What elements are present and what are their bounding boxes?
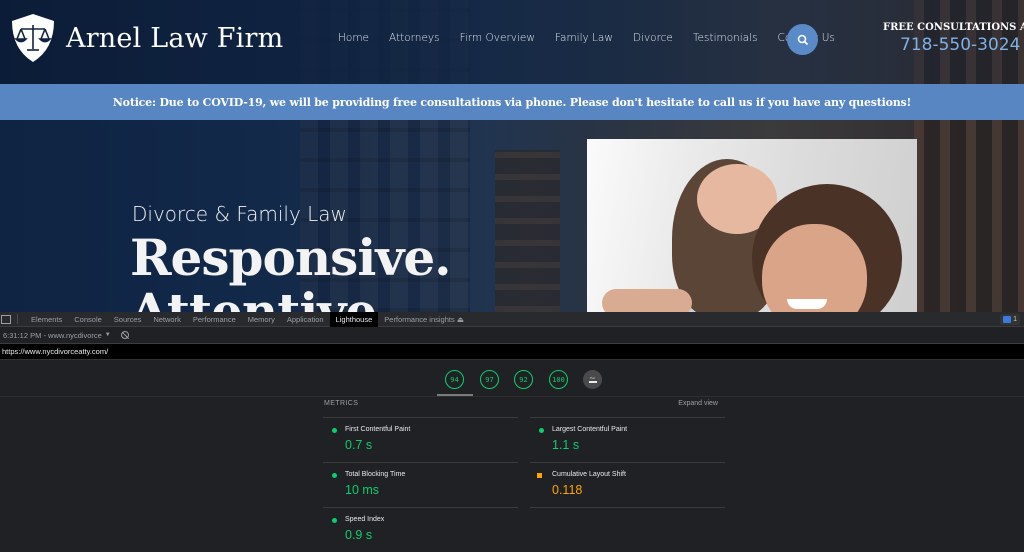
metric-name: Cumulative Layout Shift — [552, 471, 626, 478]
report-url: https://www.nycdivorceatty.com/ — [2, 347, 109, 356]
metrics-title: METRICS — [324, 400, 359, 407]
hero-photo-mother-daughter — [587, 139, 917, 312]
metric-speed-index: Speed Index 0.9 s — [323, 507, 518, 552]
gauge-pwa[interactable]: PWA — [583, 370, 602, 389]
tab-memory[interactable]: Memory — [242, 312, 281, 327]
nav-testimonials[interactable]: Testimonials — [693, 32, 758, 44]
metric-name: Speed Index — [345, 516, 385, 523]
site-header: Arnel Law Firm Home Attorneys Firm Overv… — [0, 0, 1024, 84]
metric-value: 0.7 s — [345, 438, 373, 452]
lighthouse-toolbar: 6:31:12 PM - www.nycdivorce ▼ — [0, 327, 1024, 344]
tab-application[interactable]: Application — [281, 312, 330, 327]
selected-gauge-indicator — [437, 394, 473, 396]
metric-largest-contentful-paint: Largest Contentful Paint 1.1 s — [530, 417, 725, 462]
pass-dot-icon — [539, 428, 544, 433]
metric-value: 1.1 s — [552, 438, 580, 452]
pwa-label: PWA — [589, 376, 596, 380]
scales-shield-icon — [12, 14, 54, 62]
tab-label: Performance insights — [384, 314, 455, 324]
metric-name: First Contentful Paint — [345, 426, 411, 433]
tab-sources[interactable]: Sources — [108, 312, 148, 327]
nav-attorneys[interactable]: Attorneys — [389, 32, 440, 44]
divider — [17, 314, 18, 324]
tab-network[interactable]: Network — [147, 312, 187, 327]
gauge-performance[interactable]: 94 — [445, 370, 464, 389]
score-gauges: 94 97 92 100 PWA — [0, 362, 1024, 397]
nav-firm-overview[interactable]: Firm Overview — [460, 32, 535, 44]
metrics-header: METRICS Expand view — [323, 400, 723, 417]
nav-home[interactable]: Home — [338, 32, 369, 44]
metric-first-contentful-paint: First Contentful Paint 0.7 s — [323, 417, 518, 462]
metrics-section: METRICS Expand view First Contentful Pai… — [323, 400, 725, 542]
metric-name: Largest Contentful Paint — [552, 426, 628, 433]
consultation-label: FREE CONSULTATIONS AVAILAB — [883, 22, 1024, 33]
gauge-seo[interactable]: 100 — [549, 370, 568, 389]
phone-number[interactable]: 718-550-3024 — [900, 35, 1024, 55]
gauge-accessibility[interactable]: 97 — [480, 370, 499, 389]
metric-cumulative-layout-shift: Cumulative Layout Shift 0.118 — [530, 462, 725, 507]
logo[interactable]: Arnel Law Firm — [10, 13, 283, 63]
caret-down-icon[interactable]: ▼ — [105, 332, 111, 338]
tab-lighthouse[interactable]: Lighthouse — [329, 311, 379, 327]
hero-title-continued: Attentive. — [130, 282, 394, 312]
message-icon — [1003, 316, 1012, 323]
issues-count: 1 — [1013, 316, 1017, 323]
consultation-block: FREE CONSULTATIONS AVAILAB 718-550-3024 — [883, 22, 1024, 55]
notice-text: Notice: Due to COVID-19, we will be prov… — [112, 95, 912, 109]
hero-subtitle: Divorce & Family Law — [132, 202, 347, 226]
dock-side-icon[interactable] — [1, 314, 11, 324]
photo-detail — [602, 289, 692, 312]
tab-performance[interactable]: Performance — [187, 312, 242, 327]
nav-family-law[interactable]: Family Law — [555, 32, 613, 44]
report-selector[interactable]: 6:31:12 PM - www.nycdivorce — [3, 331, 102, 340]
tab-console[interactable]: Console — [68, 312, 108, 327]
issues-badge[interactable]: 1 — [1000, 314, 1020, 325]
divider — [530, 507, 725, 508]
nav-divorce[interactable]: Divorce — [633, 32, 673, 44]
main-nav: Home Attorneys Firm Overview Family Law … — [338, 32, 855, 44]
devtools-tab-bar: Elements Console Sources Network Perform… — [0, 311, 1024, 327]
search-icon — [797, 34, 808, 45]
pwa-dash-icon — [588, 381, 597, 383]
photo-detail — [787, 299, 827, 309]
clear-icon[interactable] — [120, 331, 129, 339]
tab-elements[interactable]: Elements — [25, 312, 68, 327]
metric-name: Total Blocking Time — [345, 471, 406, 478]
search-button[interactable] — [787, 24, 818, 55]
background-building — [495, 150, 560, 312]
pass-dot-icon — [332, 518, 337, 523]
average-square-icon — [537, 473, 542, 478]
pass-dot-icon — [332, 428, 337, 433]
report-url-bar: https://www.nycdivorceatty.com/ — [0, 344, 1024, 360]
covid-notice-banner: Notice: Due to COVID-19, we will be prov… — [0, 84, 1024, 120]
brand-name: Arnel Law Firm — [66, 22, 284, 54]
expand-view-toggle[interactable]: Expand view — [678, 400, 718, 407]
metric-total-blocking-time: Total Blocking Time 10 ms — [323, 462, 518, 507]
metric-value: 0.118 — [552, 483, 583, 497]
devtools-panel: Elements Console Sources Network Perform… — [0, 311, 1024, 552]
gauge-best-practices[interactable]: 92 — [514, 370, 533, 389]
metric-value: 0.9 s — [345, 528, 373, 542]
pass-dot-icon — [332, 473, 337, 478]
website-viewport: Arnel Law Firm Home Attorneys Firm Overv… — [0, 0, 1024, 312]
flask-icon: ⏏ — [456, 314, 464, 324]
hero-title: Responsive. — [130, 228, 452, 287]
tab-performance-insights[interactable]: Performance insights ⏏ — [378, 312, 470, 327]
metric-value: 10 ms — [345, 483, 380, 497]
